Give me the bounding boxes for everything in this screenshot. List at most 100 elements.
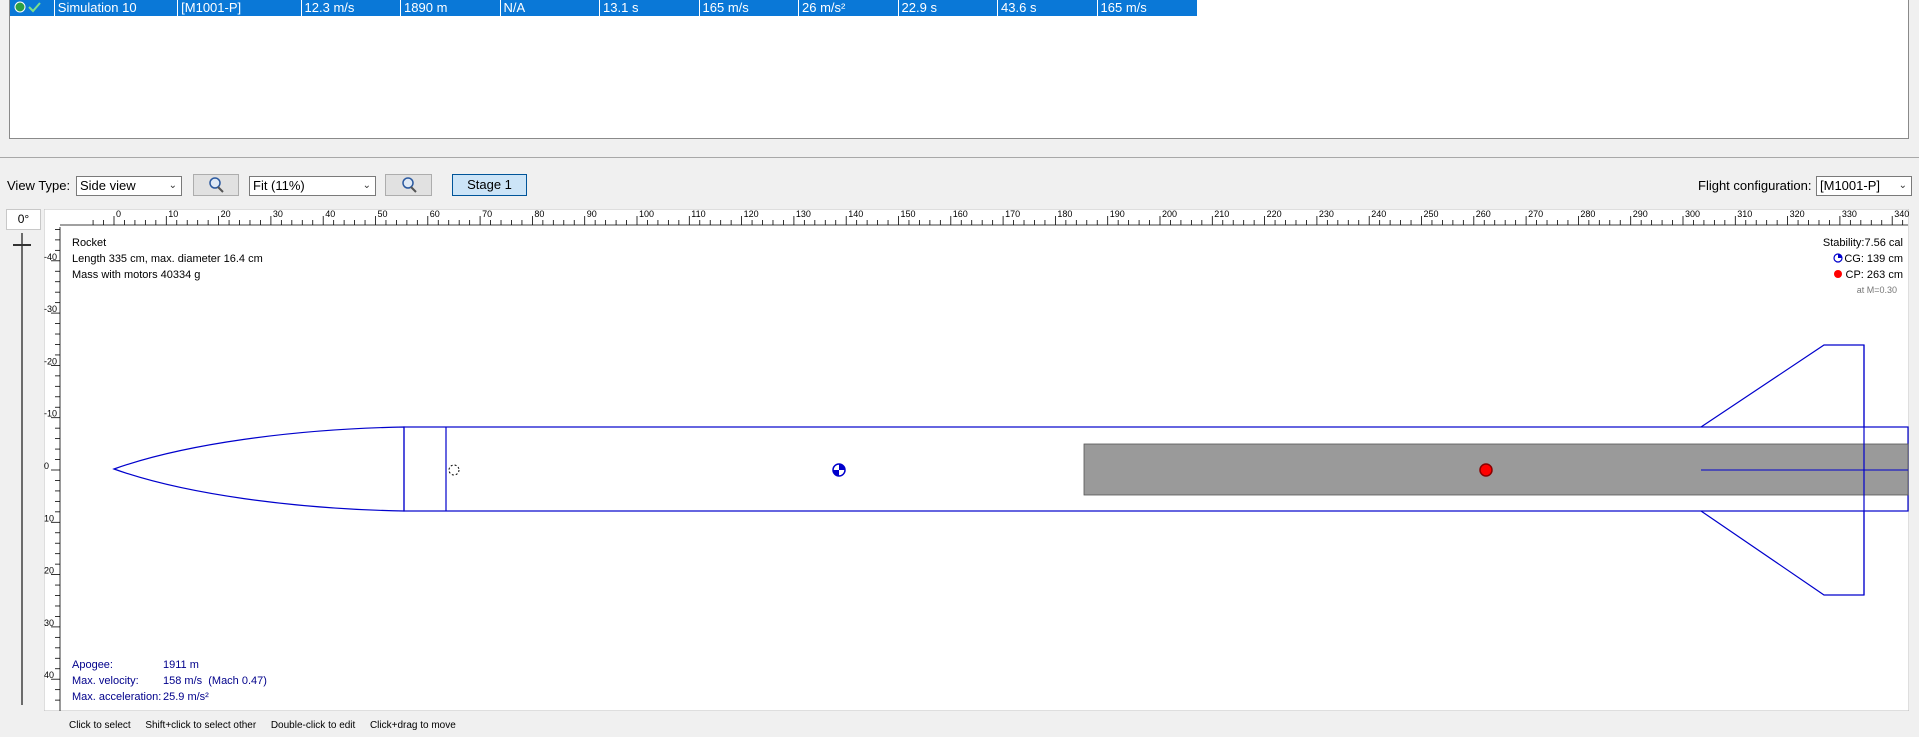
rotation-slider-track[interactable] [21, 233, 23, 705]
velocity-label: Max. velocity: [72, 675, 139, 687]
hint-click-select: Click to select [69, 720, 131, 731]
rotation-slider-handle[interactable] [13, 244, 31, 246]
hint-shift-click: Shift+click to select other [145, 720, 257, 731]
flight-config-label: Flight configuration: [1698, 178, 1812, 193]
cell-velocity-at-deploy: 22.9 s [899, 0, 999, 16]
ruler-h-label: 280 [1580, 209, 1595, 219]
cp-marker-icon [1479, 463, 1493, 477]
status-cell [10, 0, 55, 16]
ruler-h-label: 180 [1057, 209, 1072, 219]
ruler-h-label: 150 [901, 209, 916, 219]
ruler-h-label: 120 [744, 209, 759, 219]
stage-1-button[interactable]: Stage 1 [452, 174, 527, 196]
cp-legend-icon [1834, 270, 1842, 278]
cell-time-to-apogee: 13.1 s [600, 0, 700, 16]
ruler-h-label: 270 [1528, 209, 1543, 219]
ruler-h-label: 10 [168, 209, 178, 219]
rocket-figure-canvas[interactable]: 0 10 20 30 40 50 60 70 80 90 100 110 120 130 140 150 160… [43, 208, 1910, 712]
ruler-v-label: -10 [44, 409, 57, 419]
ruler-v-label: 20 [44, 566, 54, 576]
cell-velocity-off-rod: 12.3 m/s [302, 0, 402, 16]
ruler-h-label: 190 [1110, 209, 1125, 219]
ruler-h-label: 330 [1842, 209, 1857, 219]
view-type-select[interactable]: Side view ⌄ [76, 176, 182, 196]
status-ok-icon [14, 1, 41, 13]
ruler-h-label: 200 [1162, 209, 1177, 219]
simulation-table: Simulation 10 [M1001-P] 12.3 m/s 1890 m … [9, 0, 1909, 139]
ruler-h-label: 260 [1476, 209, 1491, 219]
table-row[interactable]: Simulation 10 [M1001-P] 12.3 m/s 1890 m … [10, 0, 1197, 16]
chevron-down-icon: ⌄ [168, 180, 177, 191]
ruler-h-label: 290 [1633, 209, 1648, 219]
ruler-h-label: 30 [273, 209, 283, 219]
ruler-v-label: -40 [44, 252, 57, 262]
hint-drag: Click+drag to move [369, 720, 456, 731]
flight-config-value: [M1001-P] [1820, 178, 1880, 193]
zoom-value: Fit (11%) [253, 178, 305, 193]
ruler-v-label: 40 [44, 670, 54, 680]
zoom-out-button[interactable] [385, 174, 432, 196]
apogee-value: 1911 m [163, 659, 199, 671]
stability-value: Stability:7.56 cal [1823, 237, 1903, 249]
ruler-h-label: 320 [1790, 209, 1805, 219]
ruler-h-label: 250 [1424, 209, 1439, 219]
ruler-h-label: 70 [482, 209, 492, 219]
zoom-in-button[interactable] [193, 174, 239, 196]
ruler-h-label: 220 [1267, 209, 1282, 219]
status-bar: Click to select Shift+click to select ot… [69, 716, 467, 731]
ruler-v-label: -30 [44, 304, 57, 314]
cell-name: Simulation 10 [55, 0, 179, 16]
ruler-h-label: 300 [1685, 209, 1700, 219]
zoom-select[interactable]: Fit (11%) ⌄ [249, 176, 376, 196]
acceleration-value: 25.9 m/s² [163, 691, 209, 703]
zoom-in-icon [209, 177, 224, 193]
ruler-h-label: 140 [848, 209, 863, 219]
cg-value: CG: 139 cm [1844, 253, 1903, 265]
rotation-value: 0° [6, 209, 41, 230]
chevron-down-icon: ⌄ [362, 180, 371, 191]
ruler-h-label: 0 [116, 209, 121, 219]
ruler-h-label: 80 [534, 209, 544, 219]
ruler-v-label: 0 [44, 461, 49, 471]
rocket-dimensions: Length 335 cm, max. diameter 16.4 cm [72, 253, 263, 265]
cg-marker-icon [832, 463, 846, 477]
chevron-down-icon: ⌄ [1898, 180, 1907, 191]
hint-double-click: Double-click to edit [270, 720, 356, 731]
apogee-label: Apogee: [72, 659, 113, 671]
ruler-h-label: 20 [221, 209, 231, 219]
ruler-h-label: 230 [1319, 209, 1334, 219]
cp-value: CP: 263 cm [1846, 269, 1903, 281]
ruler-h-label: 130 [796, 209, 811, 219]
rocket-figure[interactable]: 0 10 20 30 40 50 60 70 80 90 100 110 120 130 140 150 160… [43, 208, 1910, 712]
cell-optimum-delay: N/A [501, 0, 601, 16]
ruler-h-label: 340 [1894, 209, 1909, 219]
ruler-h-label: 60 [430, 209, 440, 219]
ruler-h-label: 110 [691, 209, 705, 219]
cg-legend-icon [1833, 253, 1843, 263]
ruler-h-label: 240 [1371, 209, 1386, 219]
view-type-value: Side view [80, 178, 136, 193]
rocket-mass: Mass with motors 40334 g [72, 269, 200, 281]
ruler-h-label: 100 [639, 209, 654, 219]
ruler-h-label: 40 [325, 209, 335, 219]
split-divider[interactable] [0, 157, 1919, 158]
mach-note: at M=0.30 [1857, 285, 1897, 295]
cell-max-velocity: 165 m/s [700, 0, 800, 16]
rocket-name: Rocket [72, 237, 106, 249]
cell-config: [M1001-P] [178, 0, 302, 16]
ruler-h-label: 90 [587, 209, 597, 219]
ruler-h-label: 50 [378, 209, 388, 219]
ruler-v-label: 10 [44, 513, 54, 523]
ruler-v-label: -20 [44, 356, 57, 366]
ruler-h-label: 210 [1214, 209, 1229, 219]
cell-flight-time: 43.6 s [998, 0, 1098, 16]
ruler-h-label: 170 [1005, 209, 1020, 219]
ruler-v-label: 30 [44, 618, 54, 628]
flight-config-select[interactable]: [M1001-P] ⌄ [1816, 176, 1912, 196]
velocity-value: 158 m/s (Mach 0.47) [163, 675, 267, 687]
cell-ground-hit-velocity: 165 m/s [1100, 0, 1147, 15]
ruler-h-label: 310 [1737, 209, 1752, 219]
ruler-h-label: 160 [953, 209, 968, 219]
cell-apogee: 1890 m [401, 0, 501, 16]
zoom-out-icon [401, 177, 417, 193]
